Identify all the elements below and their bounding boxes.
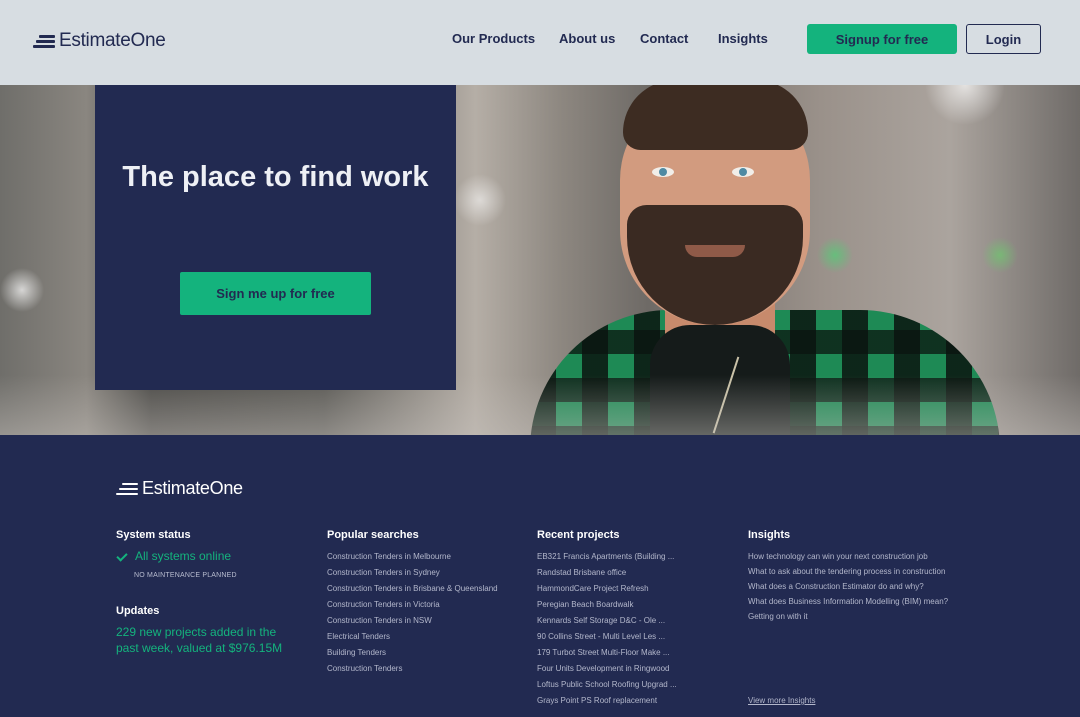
- nav-contact[interactable]: Contact: [640, 31, 688, 46]
- recent-project-link[interactable]: Loftus Public School Roofing Upgrad ...: [537, 677, 737, 693]
- recent-project-link[interactable]: 90 Collins Street - Multi Level Les ...: [537, 629, 737, 645]
- footer-brand-name: EstimateOne: [142, 478, 243, 498]
- recent-project-link[interactable]: Kennards Self Storage D&C - Ole ...: [537, 613, 737, 629]
- system-status-heading: System status: [116, 529, 191, 541]
- footer-logo-mark-icon: [116, 481, 138, 497]
- popular-search-link[interactable]: Construction Tenders in Brisbane & Queen…: [327, 581, 527, 597]
- hero-card: The place to find work Sign me up for fr…: [95, 85, 456, 390]
- insight-link[interactable]: Getting on with it: [748, 609, 968, 624]
- popular-search-link[interactable]: Electrical Tenders: [327, 629, 527, 645]
- popular-search-link[interactable]: Construction Tenders in Victoria: [327, 597, 527, 613]
- footer-popular-column: Popular searches Construction Tenders in…: [327, 529, 527, 677]
- footer-insights-column: Insights How technology can win your nex…: [748, 529, 968, 705]
- recent-projects-heading: Recent projects: [537, 529, 620, 541]
- hero-title: The place to find work: [122, 161, 429, 193]
- site-header: EstimateOne Our Products About us Contac…: [0, 0, 1080, 85]
- brand-logo[interactable]: EstimateOne: [33, 30, 166, 52]
- system-status: All systems online: [116, 549, 296, 563]
- footer-status-column: System status All systems online NO MAIN…: [116, 529, 296, 656]
- brand-name: EstimateOne: [59, 30, 166, 51]
- nav-our-products[interactable]: Our Products: [452, 31, 535, 46]
- insight-link[interactable]: What does Business Information Modelling…: [748, 594, 968, 609]
- popular-search-link[interactable]: Construction Tenders: [327, 661, 527, 677]
- logo-mark-icon: [33, 33, 55, 49]
- popular-search-link[interactable]: Construction Tenders in Melbourne: [327, 549, 527, 565]
- insights-heading: Insights: [748, 529, 791, 541]
- recent-project-link[interactable]: Four Units Development in Ringwood: [537, 661, 737, 677]
- check-icon: [116, 550, 129, 563]
- login-button[interactable]: Login: [966, 24, 1041, 54]
- nav-insights[interactable]: Insights: [718, 31, 768, 46]
- recent-project-link[interactable]: Randstad Brisbane office: [537, 565, 737, 581]
- footer-recent-column: Recent projects EB321 Francis Apartments…: [537, 529, 737, 709]
- system-status-text: All systems online: [135, 549, 232, 563]
- footer-brand-logo[interactable]: EstimateOne: [116, 478, 243, 499]
- insight-link[interactable]: What does a Construction Estimator do an…: [748, 579, 968, 594]
- recent-project-link[interactable]: 179 Turbot Street Multi-Floor Make ...: [537, 645, 737, 661]
- recent-project-link[interactable]: EB321 Francis Apartments (Building ...: [537, 549, 737, 565]
- maintenance-note: NO MAINTENANCE PLANNED: [134, 572, 237, 579]
- popular-searches-heading: Popular searches: [327, 529, 419, 541]
- updates-heading: Updates: [116, 605, 160, 617]
- signup-button[interactable]: Signup for free: [807, 24, 957, 54]
- recent-project-link[interactable]: Grays Point PS Roof replacement: [537, 693, 737, 709]
- insight-link[interactable]: How technology can win your next constru…: [748, 549, 968, 564]
- popular-search-link[interactable]: Construction Tenders in Sydney: [327, 565, 527, 581]
- recent-project-link[interactable]: HammondCare Project Refresh: [537, 581, 737, 597]
- view-more-insights-link[interactable]: View more Insights: [748, 696, 815, 705]
- nav-about-us[interactable]: About us: [559, 31, 615, 46]
- insight-link[interactable]: What to ask about the tendering process …: [748, 564, 968, 579]
- popular-search-link[interactable]: Construction Tenders in NSW: [327, 613, 527, 629]
- popular-search-link[interactable]: Building Tenders: [327, 645, 527, 661]
- hero-signup-button[interactable]: Sign me up for free: [180, 272, 371, 315]
- recent-project-link[interactable]: Peregian Beach Boardwalk: [537, 597, 737, 613]
- updates-text: 229 new projects added in the past week,…: [116, 625, 283, 655]
